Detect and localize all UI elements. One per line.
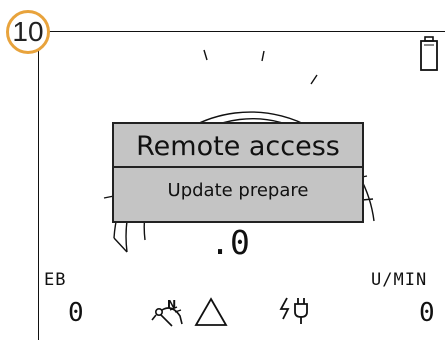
electric-plug-icon (279, 297, 308, 324)
dialog-divider (114, 166, 362, 168)
left-readout-value: 0 (68, 298, 84, 328)
dialog-message: Update prepare (167, 180, 309, 201)
dialog-title: Remote access (136, 131, 340, 162)
neutral-engine-icon: N (151, 298, 183, 327)
gauge-reading: .0 (210, 223, 250, 262)
warning-triangle-icon (194, 297, 228, 326)
remote-access-dialog: Remote access Update prepare (112, 122, 364, 223)
right-readout-label: U/MIN (371, 270, 428, 290)
right-readout-value: 0 (419, 298, 435, 328)
step-number-badge: 10 (6, 10, 50, 54)
left-readout-label: EB (44, 270, 67, 290)
